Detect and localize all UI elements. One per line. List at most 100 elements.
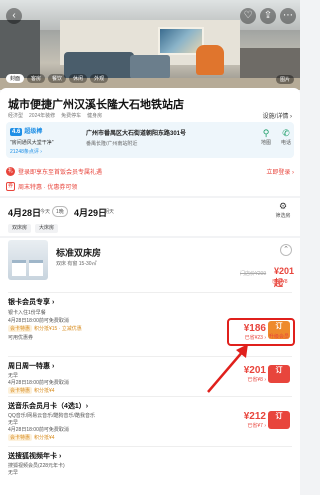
rate-price-block: ¥212 已省¥7 › bbox=[230, 411, 266, 429]
photo-tab[interactable]: 餐饮 bbox=[48, 74, 67, 83]
map-label: 地图 bbox=[260, 140, 271, 146]
room-thumbnail[interactable] bbox=[8, 240, 48, 280]
filter-chip-king[interactable]: 大床房 bbox=[35, 224, 59, 233]
hero-photo[interactable]: ‹ ♡ ⇪ ⋯ 封面 客房 餐饮 休闲 外观 图片 bbox=[0, 0, 300, 90]
review-quote: "房间通风大堂干净" bbox=[10, 140, 54, 146]
login-link[interactable]: 立即登录 › bbox=[266, 167, 294, 176]
room-filter-button[interactable]: ⚙ 筛选房 bbox=[274, 201, 292, 219]
room-savings: 已省¥8 bbox=[272, 279, 288, 285]
rate-plan-detail: 无早 bbox=[8, 373, 19, 379]
hotel-area: 番禺长隆/广州南站附近 bbox=[86, 141, 138, 147]
phone-label: 电话 bbox=[280, 140, 291, 146]
bed-shape bbox=[29, 260, 43, 276]
rate-plan-music[interactable]: 送音乐会员月卡（4选1）› QQ音乐/网易云音乐/酷狗音乐/酷我音乐 无早 4月… bbox=[8, 396, 292, 446]
coupon-text: 周末特惠 · 优惠券可领 bbox=[18, 184, 78, 191]
bed-shape bbox=[12, 260, 26, 276]
promo-text: 登录即享东至首饭会员专属礼遇 bbox=[18, 169, 103, 176]
favorite-icon[interactable]: ♡ bbox=[240, 8, 256, 24]
share-icon[interactable]: ⇪ bbox=[260, 8, 276, 24]
rate-plan-detail: QQ音乐/网易云音乐/酷狗音乐/酷我音乐 bbox=[8, 413, 95, 419]
rate-plan-title: 银卡会员专享 › bbox=[8, 299, 55, 306]
hotel-tag: 经济型 bbox=[8, 113, 24, 119]
member-discount: 积分抵¥4 bbox=[34, 388, 55, 394]
member-badge: 会卡特惠 bbox=[8, 325, 33, 332]
rate-plan-detail: 搜狐视频会员(228元年卡) bbox=[8, 463, 65, 469]
address-block[interactable]: 广州市番禺区大石街道朝阳东路301号 番禺长隆/广州南站附近 bbox=[86, 128, 246, 147]
rate-plan-detail: 无早 bbox=[8, 420, 19, 426]
rate-plan-title: 周日周一特惠 › bbox=[8, 363, 55, 370]
photo-count-badge[interactable]: 图片 bbox=[275, 75, 294, 84]
filter-chip-twin[interactable]: 双床房 bbox=[8, 224, 32, 233]
hero-chair bbox=[196, 45, 224, 75]
map-button[interactable]: ⚲ 地图 bbox=[256, 128, 276, 146]
book-label: 订 bbox=[275, 413, 283, 420]
book-label: 订 bbox=[275, 367, 283, 374]
score-badge: 4.6 bbox=[10, 128, 23, 136]
book-button[interactable]: 订 bbox=[268, 365, 290, 383]
photo-tab[interactable]: 封面 bbox=[6, 74, 25, 83]
hotel-tag: 免费停车 bbox=[61, 113, 82, 119]
member-discount: 积分抵¥4 bbox=[34, 435, 55, 441]
checkin-weekday: 今天 bbox=[40, 209, 51, 215]
member-badge: 会卡特惠 bbox=[8, 387, 33, 394]
phone-icon: ✆ bbox=[282, 128, 290, 138]
photo-tab[interactable]: 客房 bbox=[27, 74, 46, 83]
photo-tab[interactable]: 休闲 bbox=[69, 74, 88, 83]
login-promo-row[interactable]: 礼 登录即享东至首饭会员专属礼遇 立即登录 › bbox=[6, 164, 294, 178]
rate-plan-detail: 无早 bbox=[8, 470, 19, 476]
rate-plan-detail: 银卡入住1份早餐 bbox=[8, 310, 46, 316]
bed-type-filters: 双床房 大床房 bbox=[0, 224, 300, 236]
photo-tab[interactable]: 外观 bbox=[90, 74, 109, 83]
nights-badge: 1晚 bbox=[52, 206, 68, 217]
rate-plan-title: 送搜狐视频年卡 › bbox=[8, 453, 62, 460]
hotel-tag: 健身房 bbox=[87, 113, 103, 119]
more-icon[interactable]: ⋯ bbox=[280, 8, 296, 24]
rate-plan-video[interactable]: 送搜狐视频年卡 › 搜狐视频会员(228元年卡) 无早 bbox=[8, 446, 292, 495]
checkout-weekday: 明天 bbox=[104, 209, 115, 215]
rating-address-row: 4.6 超级棒 "房间通风大堂干净" 21248条点评 › 广州市番禺区大石街道朝… bbox=[6, 122, 294, 158]
room-title: 标准双床房 bbox=[56, 248, 102, 258]
rate-savings: 已省¥7 › bbox=[247, 423, 266, 429]
rate-plan-detail: 4月28日18:00前可免费取消 bbox=[8, 427, 69, 433]
room-specs: 双床 有窗 15-30㎡ bbox=[56, 261, 97, 267]
phone-button[interactable]: ✆ 电话 bbox=[276, 128, 296, 146]
hotel-info-card: 城市便捷广州汉溪长隆大石地铁站店 经济型 2024年装修 免费停车 健身房 设施… bbox=[0, 88, 300, 196]
map-pin-icon: ⚲ bbox=[262, 128, 270, 138]
rate-savings: 已省¥8 › bbox=[247, 377, 266, 383]
coupon-icon: 券 bbox=[6, 181, 15, 191]
rate-price: ¥212 bbox=[243, 411, 266, 422]
back-icon[interactable]: ‹ bbox=[6, 8, 22, 24]
rate-plan-detail: 4月28日18:00前可免费取消 bbox=[8, 318, 69, 324]
coupon-row[interactable]: 券 周末特惠 · 优惠券可领 bbox=[6, 180, 294, 192]
hotel-name: 城市便捷广州汉溪长隆大石地铁站店 bbox=[8, 99, 184, 111]
gift-icon: 礼 bbox=[6, 166, 15, 176]
member-discount: 积分抵¥15 · 立减优惠 bbox=[34, 326, 82, 332]
rate-plan-note: 可用优惠券 bbox=[8, 335, 34, 341]
rate-price-block: ¥201 已省¥8 › bbox=[230, 365, 266, 383]
member-badge: 会卡特惠 bbox=[8, 434, 33, 441]
hero-wall bbox=[0, 20, 40, 80]
facility-details-link[interactable]: 设施/详情 › bbox=[263, 111, 292, 120]
review-count-link[interactable]: 21248条点评 › bbox=[10, 148, 54, 155]
rate-plan-detail: 4月28日18:00前可免费取消 bbox=[8, 380, 69, 386]
date-selector[interactable]: 4月28日 今天 1晚 4月29日 明天 ⚙ 筛选房 bbox=[0, 198, 300, 224]
book-button[interactable]: 订 bbox=[268, 411, 290, 429]
rate-price: ¥201 bbox=[243, 365, 266, 376]
hotel-tag: 2024年装修 bbox=[29, 113, 56, 119]
checkin-date[interactable]: 4月28日 bbox=[8, 206, 41, 219]
rate-plan-weekend[interactable]: 周日周一特惠 › 无早 4月28日18:00前可免费取消 会卡特惠 积分抵¥4 … bbox=[8, 356, 292, 396]
rate-plan-title: 送音乐会员月卡（4选1）› bbox=[8, 403, 89, 410]
checkout-date[interactable]: 4月29日 bbox=[74, 206, 107, 219]
score-word: 超级棒 bbox=[24, 129, 43, 135]
highlight-box bbox=[227, 318, 295, 346]
hero-sofa bbox=[130, 55, 170, 79]
filter-icon: ⚙ bbox=[278, 201, 288, 211]
room-list: 标准双床房 双床 有窗 15-30㎡ ⌃ 门店价¥209 ¥201起 已省¥8 … bbox=[0, 238, 300, 495]
hotel-address: 广州市番禺区大石街道朝阳东路301号 bbox=[86, 131, 187, 137]
filter-label: 筛选房 bbox=[275, 213, 291, 219]
room-header[interactable]: 标准双床房 双床 有窗 15-30㎡ ⌃ 门店价¥209 ¥201起 已省¥8 bbox=[8, 240, 294, 288]
rating-block[interactable]: 4.6 超级棒 "房间通风大堂干净" 21248条点评 › bbox=[10, 126, 54, 155]
hotel-tags: 经济型 2024年装修 免费停车 健身房 bbox=[8, 112, 102, 119]
photo-category-tabs: 封面 客房 餐饮 休闲 外观 bbox=[6, 74, 109, 83]
collapse-icon[interactable]: ⌃ bbox=[280, 244, 292, 256]
